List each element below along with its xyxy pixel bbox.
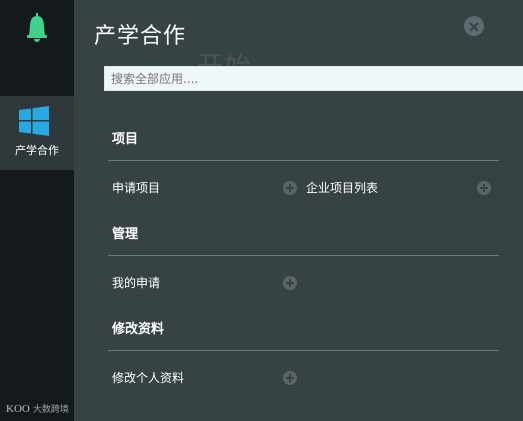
notifications-button[interactable] xyxy=(0,0,74,60)
add-icon[interactable] xyxy=(283,371,297,385)
brand-name: 大数跨境 xyxy=(32,405,69,415)
search-input[interactable] xyxy=(104,66,523,91)
section-title-edit-profile: 修改资料 xyxy=(112,322,165,337)
divider xyxy=(108,350,499,351)
divider xyxy=(108,160,499,161)
app-panel: 产学合作 开始 项目 申请项目 企业项目列表 管理 我的申请 修改资料 修改个人… xyxy=(74,0,523,421)
sidebar-item-industry-academia[interactable]: 产学合作 xyxy=(0,96,74,170)
windows-icon xyxy=(19,106,49,140)
menu-item-enterprise-projects[interactable]: 企业项目列表 xyxy=(306,179,378,196)
menu-item-my-applications[interactable]: 我的申请 xyxy=(112,274,160,291)
page-title: 产学合作 xyxy=(94,24,187,49)
close-icon xyxy=(469,17,479,36)
add-icon[interactable] xyxy=(477,181,491,195)
brand-mark: KOO xyxy=(6,402,30,415)
close-button[interactable] xyxy=(464,16,484,36)
menu-item-apply-project[interactable]: 申请项目 xyxy=(112,179,160,196)
section-title-projects: 项目 xyxy=(112,132,139,147)
sidebar: 产学合作 KOO 大数跨境 xyxy=(0,0,74,421)
add-icon[interactable] xyxy=(283,181,297,195)
divider xyxy=(108,255,499,256)
brand-logo: KOO 大数跨境 xyxy=(6,402,69,416)
add-icon[interactable] xyxy=(283,276,297,290)
sidebar-item-label: 产学合作 xyxy=(15,144,59,157)
section-title-manage: 管理 xyxy=(112,227,139,242)
bell-icon xyxy=(26,13,48,47)
menu-item-edit-personal-info[interactable]: 修改个人资料 xyxy=(112,369,184,386)
